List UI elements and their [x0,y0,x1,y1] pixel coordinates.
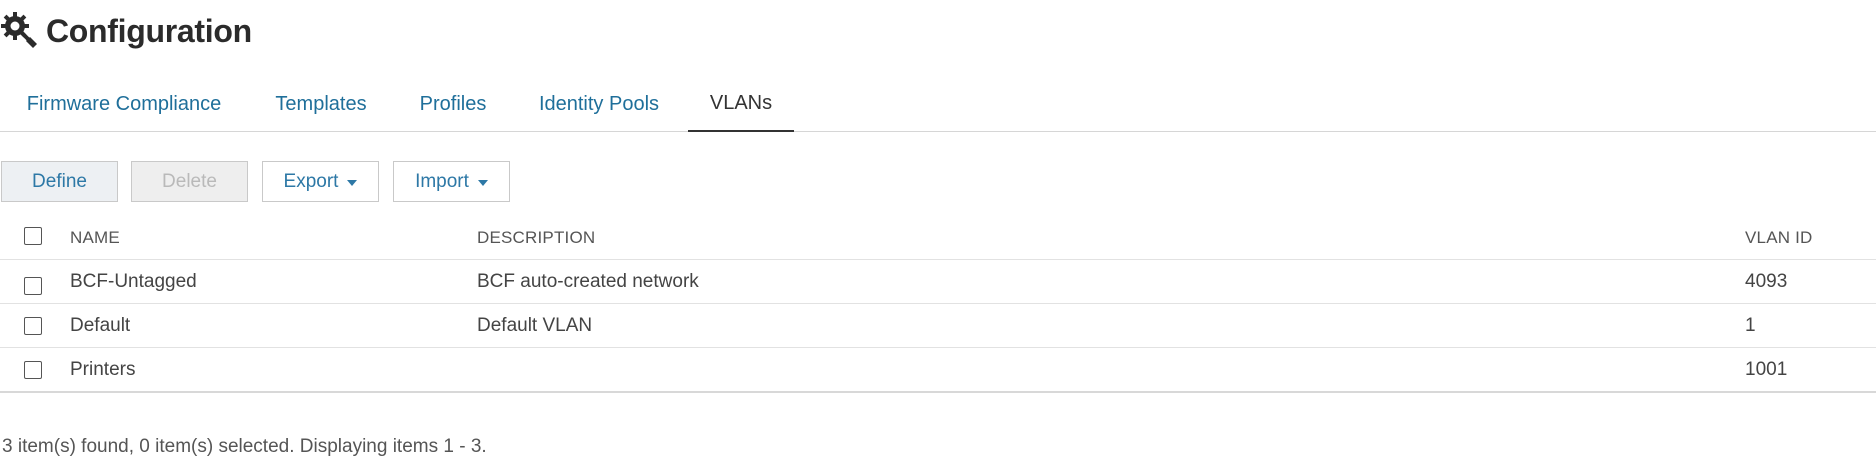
table-status: 3 item(s) found, 0 item(s) selected. Dis… [2,436,487,457]
import-button-label: Import [415,170,469,192]
page-header: Configuration [0,6,252,56]
column-header-description[interactable]: DESCRIPTION [477,216,595,260]
chevron-down-icon [477,179,488,186]
vlan-id: 4093 [1745,271,1788,292]
page-title: Configuration [46,12,252,49]
define-button[interactable]: Define [1,161,118,202]
vlan-description: Default VLAN [477,315,593,336]
import-button[interactable]: Import [393,161,510,202]
vlan-id: 1001 [1745,359,1788,380]
gear-wrench-icon [1,12,37,48]
table-row[interactable]: Printers 1001 [0,348,1876,392]
vlan-name: BCF-Untagged [70,271,197,292]
vlan-id: 1 [1745,315,1756,336]
vlan-name: Default [70,315,131,336]
define-button-label: Define [32,170,87,192]
row-checkbox[interactable] [24,317,42,335]
chevron-down-icon [347,179,358,186]
tab-identity-pools[interactable]: Identity Pools [534,76,664,132]
vlan-name: Printers [70,359,136,380]
export-button-label: Export [283,170,339,192]
row-checkbox[interactable] [24,361,42,379]
column-header-name[interactable]: NAME [70,216,120,260]
table-header-row: NAME DESCRIPTION VLAN ID [0,216,1876,260]
table-row[interactable]: Default Default VLAN 1 [0,304,1876,348]
delete-button: Delete [131,161,248,202]
export-button[interactable]: Export [262,161,379,202]
row-checkbox[interactable] [24,277,42,295]
tab-templates[interactable]: Templates [270,76,372,132]
tab-firmware-compliance[interactable]: Firmware Compliance [22,76,226,132]
tab-bar: Firmware Compliance Templates Profiles I… [0,76,1876,132]
select-all-checkbox[interactable] [24,227,42,245]
delete-button-label: Delete [162,170,217,192]
table-row[interactable]: BCF-Untagged BCF auto-created network 40… [0,260,1876,304]
tab-vlans[interactable]: VLANs [688,76,794,132]
vlan-description: BCF auto-created network [477,271,699,292]
column-header-vlan-id[interactable]: VLAN ID [1745,216,1813,260]
tab-profiles[interactable]: Profiles [416,76,490,132]
table-divider [0,391,1876,393]
vlan-table: NAME DESCRIPTION VLAN ID BCF-Untagged BC… [0,216,1876,392]
